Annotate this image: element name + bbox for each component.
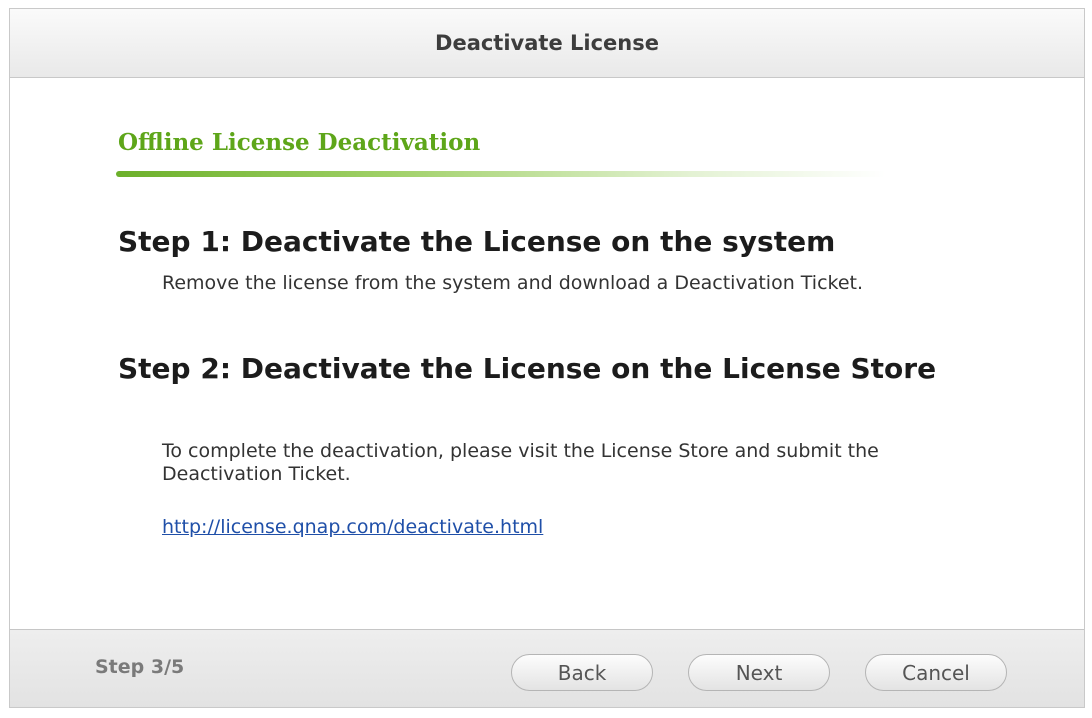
step-1-heading: Step 1: Deactivate the License on the sy…: [118, 225, 836, 258]
section-divider: [116, 171, 886, 177]
section-title: Offline License Deactivation: [118, 129, 481, 156]
cancel-button[interactable]: Cancel: [865, 654, 1007, 691]
dialog-title: Deactivate License: [435, 31, 659, 55]
dialog-footer: Step 3/5 Back Next Cancel: [10, 629, 1084, 707]
deactivate-url-link[interactable]: http://license.qnap.com/deactivate.html: [162, 516, 543, 538]
step-2-heading: Step 2: Deactivate the License on the Li…: [118, 352, 937, 385]
next-button[interactable]: Next: [688, 654, 830, 691]
step-2-description: To complete the deactivation, please vis…: [162, 440, 879, 485]
dialog-titlebar: Deactivate License: [10, 9, 1084, 78]
step-1-description: Remove the license from the system and d…: [162, 272, 864, 294]
step-indicator: Step 3/5: [95, 656, 185, 678]
deactivate-license-dialog: Deactivate License Offline License Deact…: [9, 8, 1085, 708]
back-button[interactable]: Back: [511, 654, 653, 691]
